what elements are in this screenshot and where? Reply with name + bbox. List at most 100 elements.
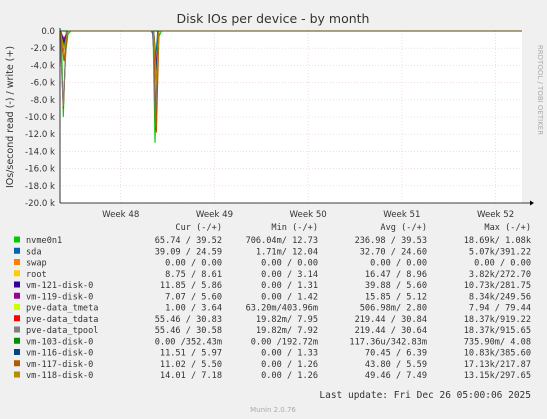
chart-title: Disk IOs per device - by month (177, 11, 370, 26)
legend-value: 18.37k/919.22 (464, 315, 531, 325)
legend-value: 11.51 / 5.97 (160, 349, 222, 359)
legend-value: 13.15k/297.65 (464, 371, 531, 381)
legend-swatch (14, 247, 20, 254)
legend-swatch (14, 304, 20, 310)
legend-value: 219.44 / 30.84 (355, 315, 427, 325)
legend-value: 55.46 / 30.58 (155, 326, 222, 336)
legend-value: 0.00 /192.72m (251, 337, 318, 347)
legend-value: 117.36u/342.83m (349, 337, 427, 347)
legend-value: 0.00 / 0.00 (261, 259, 318, 269)
legend-swatch (14, 326, 20, 333)
legend-value: 0.00 /352.43m (155, 337, 222, 347)
legend-value: 8.75 / 8.61 (165, 270, 222, 280)
legend-value: 49.46 / 7.49 (365, 371, 427, 381)
legend-value: 506.98m/ 2.80 (360, 304, 427, 314)
x-tick-label: Week 51 (383, 210, 420, 220)
y-tick-label: 0.0 (41, 27, 55, 37)
legend-series-name: vm-119-disk-0 (26, 292, 93, 302)
munin-footer: Munin 2.0.76 (250, 406, 296, 414)
legend-value: 32.70 / 24.60 (360, 247, 427, 257)
legend-series-name: vm-121-disk-0 (26, 281, 93, 291)
legend-value: 65.74 / 39.52 (155, 236, 222, 246)
legend-value: 18.69k/ 1.08k (464, 236, 532, 246)
legend-series-name: sda (26, 247, 42, 257)
legend-series-name: swap (26, 259, 47, 269)
legend-value: 706.04m/ 12.73 (246, 236, 318, 246)
legend-value: 39.88 / 5.60 (365, 281, 427, 291)
legend-swatch (14, 281, 20, 288)
legend-value: 11.02 / 5.50 (160, 360, 222, 370)
legend-value: 1.71m/ 12.04 (256, 247, 318, 257)
legend-value: 10.83k/385.60 (464, 349, 531, 359)
legend-value: 0.00 / 1.33 (261, 349, 318, 359)
rrdtool-watermark: RRDTOOL / TOBI OETIKER (536, 45, 544, 135)
legend-series-name: pve-data_tpool (26, 326, 98, 336)
y-tick-label: -2.0 k (31, 44, 55, 54)
last-update: Last update: Fri Dec 26 05:00:06 2025 (319, 390, 531, 401)
legend-value: 0.00 / 0.00 (165, 259, 222, 269)
legend-value: 19.82m/ 7.92 (256, 326, 318, 336)
legend-value: 0.00 / 1.26 (261, 371, 318, 381)
y-tick-label: -8.0 k (31, 96, 55, 106)
legend-series-name: pve-data_tmeta (26, 304, 98, 314)
y-tick-label: -14.0 k (25, 147, 55, 157)
legend-value: 0.00 / 1.26 (261, 360, 318, 370)
legend-value: 7.07 / 5.60 (165, 292, 222, 302)
legend-value: 55.46 / 30.83 (155, 315, 222, 325)
legend-swatch (14, 270, 20, 277)
y-tick-label: -4.0 k (31, 61, 55, 71)
legend-series-name: vm-116-disk-0 (26, 349, 93, 359)
legend-value: 1.00 / 3.64 (165, 304, 222, 314)
legend-value: 15.85 / 5.12 (365, 292, 427, 302)
y-tick-label: -18.0 k (25, 182, 55, 192)
legend-value: 5.07k/391.22 (469, 247, 531, 257)
legend-swatch (14, 315, 20, 322)
legend-value: 236.98 / 39.53 (355, 236, 427, 246)
legend-value: 3.82k/272.70 (469, 270, 531, 280)
legend-value: 8.34k/249.56 (469, 292, 531, 302)
legend-series-name: vm-117-disk-0 (26, 360, 93, 370)
legend-value: 10.73k/281.75 (464, 281, 531, 291)
legend-column-header: Cur (-/+) (175, 223, 222, 233)
y-axis-label: IOs/second read (-) / write (+) (5, 46, 16, 188)
x-tick-label: Week 50 (290, 210, 327, 220)
y-tick-label: -16.0 k (25, 165, 55, 175)
legend-value: 0.00 / 1.31 (261, 281, 318, 291)
x-tick-label: Week 48 (102, 210, 139, 220)
legend-value: 219.44 / 30.64 (355, 326, 427, 336)
legend-value: 16.47 / 8.96 (365, 270, 427, 280)
legend-value: 0.00 / 1.42 (261, 292, 318, 302)
legend-swatch (14, 360, 20, 367)
y-tick-label: -20.0 k (25, 199, 55, 209)
disk-io-chart: Disk IOs per device - by month IOs/secon… (0, 0, 547, 419)
legend-column-header: Avg (-/+) (380, 223, 427, 233)
x-tick-label: Week 49 (196, 210, 233, 220)
y-tick-label: -12.0 k (25, 130, 55, 140)
legend-value: 17.13k/217.87 (464, 360, 531, 370)
legend-series-name: vm-118-disk-0 (26, 371, 93, 381)
legend-value: 14.01 / 7.18 (160, 371, 222, 381)
legend-swatch (14, 236, 20, 243)
legend-value: 7.94 / 79.44 (469, 304, 531, 314)
y-tick-label: -6.0 k (31, 79, 55, 89)
legend-value: 0.00 / 0.00 (474, 259, 531, 269)
legend-value: 39.09 / 24.59 (155, 247, 222, 257)
legend-value: 70.45 / 6.39 (365, 349, 427, 359)
x-tick-label: Week 52 (477, 210, 514, 220)
legend-swatch (14, 292, 20, 299)
legend-swatch (14, 259, 20, 265)
legend-swatch (14, 337, 20, 344)
legend-column-header: Min (-/+) (271, 223, 318, 233)
legend-series-name: nvme0n1 (26, 236, 62, 246)
legend-value: 11.85 / 5.86 (160, 281, 222, 291)
legend-value: 18.37k/915.65 (464, 326, 531, 336)
legend-value: 19.82m/ 7.95 (256, 315, 318, 325)
legend-series-name: root (26, 270, 47, 280)
legend-series-name: vm-103-disk-0 (26, 337, 93, 347)
legend-value: 0.00 / 3.14 (261, 270, 318, 280)
y-tick-label: -10.0 k (25, 113, 55, 123)
legend-column-header: Max (-/+) (484, 223, 531, 233)
legend-value: 735.90m/ 4.08 (464, 337, 531, 347)
legend-swatch (14, 349, 20, 355)
legend-value: 0.00 / 0.00 (370, 259, 427, 269)
